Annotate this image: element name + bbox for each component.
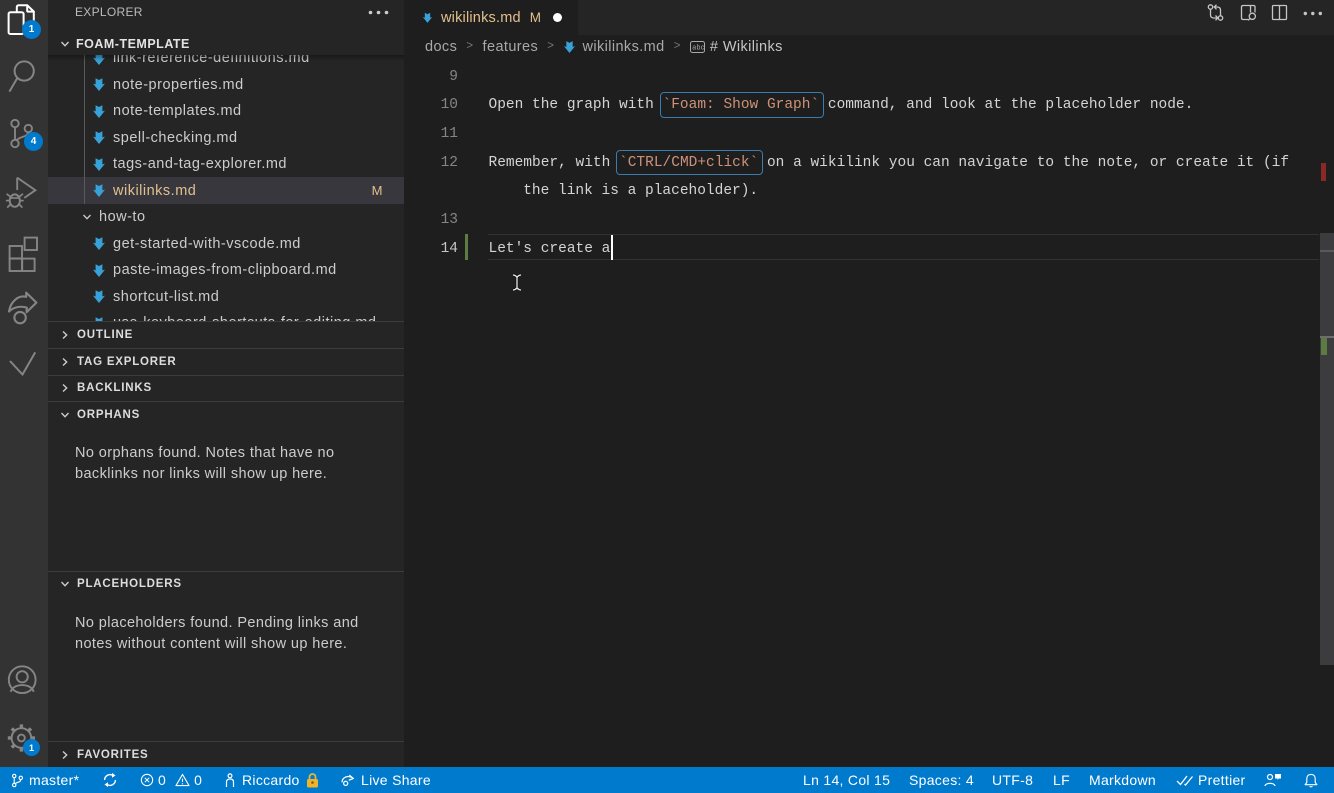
svg-text:abc: abc xyxy=(692,44,705,51)
